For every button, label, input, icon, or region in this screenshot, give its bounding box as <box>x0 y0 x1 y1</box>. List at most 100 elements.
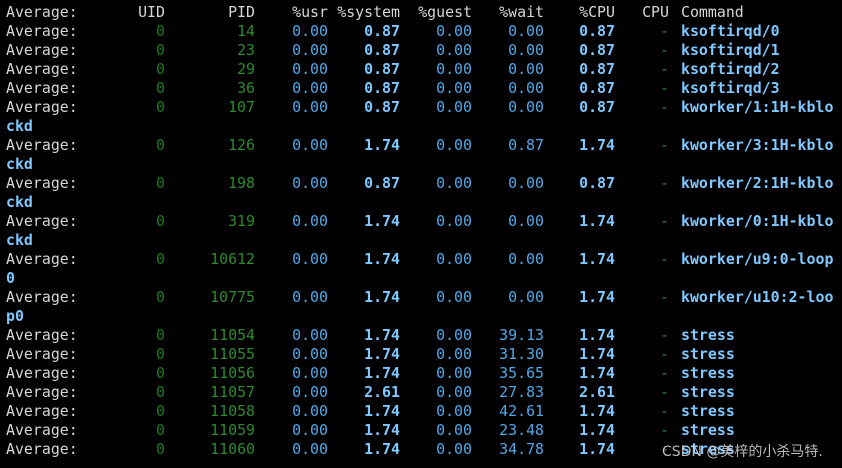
row-pid: 11057 <box>210 383 255 401</box>
row-cpu: - <box>660 136 669 154</box>
row-guest: 0.00 <box>436 250 472 268</box>
row-cpu-percent: 1.74 <box>579 402 615 420</box>
row-uid: 0 <box>156 79 165 97</box>
table-row: Average: 0 11055 0.00 1.74 0.00 31.30 1.74 - stre… <box>6 345 842 364</box>
header-cpu: CPU <box>642 3 669 21</box>
row-usr: 0.00 <box>292 326 328 344</box>
row-usr: 0.00 <box>292 174 328 192</box>
row-system: 1.74 <box>364 364 400 382</box>
row-usr: 0.00 <box>292 402 328 420</box>
row-command-continuation: p0 <box>6 307 24 325</box>
table-row: Average: 0 11056 0.00 1.74 0.00 35.65 1.74 - stre… <box>6 364 842 383</box>
row-usr: 0.00 <box>292 212 328 230</box>
row-cpu: - <box>660 383 669 401</box>
header-command: Command <box>681 3 744 21</box>
row-wait: 0.00 <box>508 79 544 97</box>
row-uid: 0 <box>156 345 165 363</box>
row-wait: 0.00 <box>508 41 544 59</box>
row-label: Average: <box>6 383 78 401</box>
row-command: kworker/u9:0-loop <box>681 250 834 268</box>
table-row-wrap: 0 <box>6 269 842 288</box>
row-pid: 11060 <box>210 440 255 458</box>
row-wait: 35.65 <box>499 364 544 382</box>
row-label: Average: <box>6 212 78 230</box>
row-system: 0.87 <box>364 60 400 78</box>
row-guest: 0.00 <box>436 383 472 401</box>
row-label: Average: <box>6 440 78 458</box>
row-command: ksoftirqd/0 <box>681 22 780 40</box>
row-command: stress <box>681 345 735 363</box>
row-cpu: - <box>660 345 669 363</box>
header-system: %system <box>337 3 400 21</box>
row-uid: 0 <box>156 98 165 116</box>
row-uid: 0 <box>156 364 165 382</box>
row-wait: 27.83 <box>499 383 544 401</box>
row-cpu-percent: 2.61 <box>579 383 615 401</box>
row-label: Average: <box>6 41 78 59</box>
row-usr: 0.00 <box>292 345 328 363</box>
row-guest: 0.00 <box>436 174 472 192</box>
table-row-wrap: ckd <box>6 155 842 174</box>
row-usr: 0.00 <box>292 41 328 59</box>
row-guest: 0.00 <box>436 136 472 154</box>
row-guest: 0.00 <box>436 60 472 78</box>
row-system: 0.87 <box>364 98 400 116</box>
table-row-wrap: ckd <box>6 193 842 212</box>
row-cpu-percent: 0.87 <box>579 60 615 78</box>
header-cpu-percent: %CPU <box>579 3 615 21</box>
table-row: Average: 0 126 0.00 1.74 0.00 0.87 1.74 - kworker… <box>6 136 842 155</box>
row-cpu-percent: 0.87 <box>579 79 615 97</box>
row-uid: 0 <box>156 250 165 268</box>
row-cpu: - <box>660 41 669 59</box>
row-guest: 0.00 <box>436 440 472 458</box>
row-uid: 0 <box>156 212 165 230</box>
table-row: Average: 0 198 0.00 0.87 0.00 0.00 0.87 - kworker… <box>6 174 842 193</box>
table-row: Average: 0 10612 0.00 1.74 0.00 0.00 1.74 - kwork… <box>6 250 842 269</box>
row-label: Average: <box>6 345 78 363</box>
row-wait: 0.00 <box>508 22 544 40</box>
row-cpu: - <box>660 174 669 192</box>
table-row: Average: 0 11059 0.00 1.74 0.00 23.48 1.74 - stre… <box>6 421 842 440</box>
row-label: Average: <box>6 288 78 306</box>
row-pid: 107 <box>228 98 255 116</box>
row-pid: 11059 <box>210 421 255 439</box>
row-command: kworker/0:1H-kblo <box>681 212 834 230</box>
row-label: Average: <box>6 402 78 420</box>
header-wait: %wait <box>499 3 544 21</box>
process-rows: Average: 0 14 0.00 0.87 0.00 0.00 0.87- ksoftirq… <box>6 22 842 459</box>
row-uid: 0 <box>156 136 165 154</box>
row-label: Average: <box>6 421 78 439</box>
row-wait: 42.61 <box>499 402 544 420</box>
row-cpu-percent: 1.74 <box>579 345 615 363</box>
header-pid: PID <box>228 3 255 21</box>
row-cpu: - <box>660 250 669 268</box>
row-pid: 36 <box>237 79 255 97</box>
table-row: Average: 0 107 0.00 0.87 0.00 0.00 0.87 - kworker… <box>6 98 842 117</box>
row-command-continuation: ckd <box>6 117 33 135</box>
row-system: 0.87 <box>364 174 400 192</box>
row-pid: 10775 <box>210 288 255 306</box>
row-usr: 0.00 <box>292 60 328 78</box>
table-row: Average: 0 11054 0.00 1.74 0.00 39.13 1.74 - stre… <box>6 326 842 345</box>
row-command-continuation: ckd <box>6 231 33 249</box>
row-system: 1.74 <box>364 136 400 154</box>
row-pid: 11058 <box>210 402 255 420</box>
row-command-continuation: ckd <box>6 193 33 211</box>
row-command: stress <box>681 364 735 382</box>
row-system: 1.74 <box>364 440 400 458</box>
row-label: Average: <box>6 98 78 116</box>
row-system: 2.61 <box>364 383 400 401</box>
row-command-continuation: ckd <box>6 155 33 173</box>
row-cpu: - <box>660 98 669 116</box>
row-command: ksoftirqd/2 <box>681 60 780 78</box>
row-command: ksoftirqd/3 <box>681 79 780 97</box>
row-cpu: - <box>660 364 669 382</box>
table-row: Average: 0 23 0.00 0.87 0.00 0.00 0.87 - ksoftirq… <box>6 41 842 60</box>
row-label: Average: <box>6 79 78 97</box>
row-cpu: - <box>660 212 669 230</box>
row-pid: 10612 <box>210 250 255 268</box>
row-usr: 0.00 <box>292 98 328 116</box>
row-guest: 0.00 <box>436 364 472 382</box>
row-cpu-percent: 1.74 <box>579 136 615 154</box>
row-pid: 11056 <box>210 364 255 382</box>
